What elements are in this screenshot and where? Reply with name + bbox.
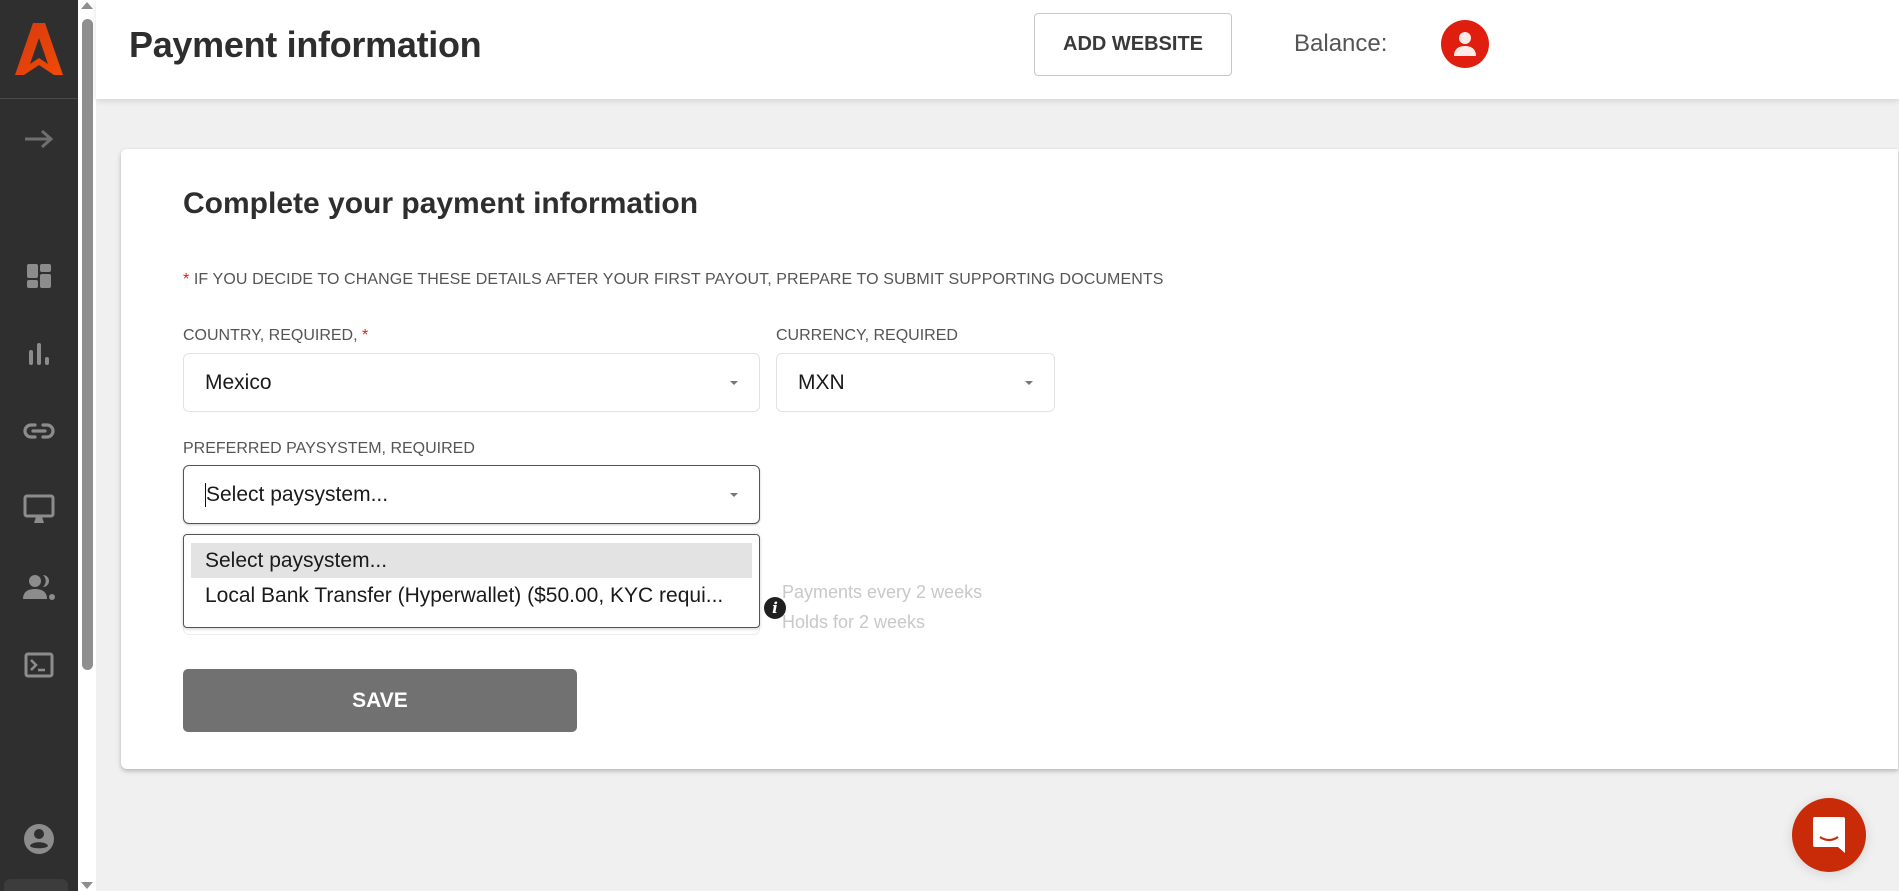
sidebar-item-expand[interactable] xyxy=(0,119,78,159)
paysystem-label: PREFERRED PAYSYSTEM, REQUIRED xyxy=(183,440,475,457)
payment-frequency: Payments every 2 weeks xyxy=(782,582,983,602)
country-value: Mexico xyxy=(205,370,272,394)
country-label-text: COUNTRY, REQUIRED, xyxy=(183,327,362,344)
paysystem-option[interactable]: Local Bank Transfer (Hyperwallet) ($50.0… xyxy=(191,578,752,613)
change-notice: * IF YOU DECIDE TO CHANGE THESE DETAILS … xyxy=(183,271,1164,289)
chat-launcher[interactable] xyxy=(1792,798,1866,872)
sidebar-item-links[interactable] xyxy=(0,411,78,451)
sidebar-item-api[interactable] xyxy=(0,645,78,685)
scroll-up-arrow-icon[interactable] xyxy=(81,2,93,9)
sidebar-item-profile[interactable] xyxy=(0,819,78,859)
chat-icon xyxy=(1813,817,1845,853)
sidebar xyxy=(0,0,78,891)
logo-icon xyxy=(15,23,63,75)
terminal-icon xyxy=(24,652,54,678)
monitor-icon xyxy=(23,494,55,523)
user-avatar[interactable] xyxy=(1441,20,1489,68)
payment-hold: Holds for 2 weeks xyxy=(782,612,926,632)
balance-label: Balance: xyxy=(1294,30,1388,57)
currency-label: CURRENCY, REQUIRED xyxy=(776,327,958,344)
chevron-down-icon xyxy=(1025,381,1033,385)
arrow-right-icon xyxy=(25,129,54,149)
required-star: * xyxy=(362,327,369,344)
chevron-down-icon xyxy=(730,493,738,497)
sidebar-item-dashboard[interactable] xyxy=(0,256,78,296)
paysystem-select[interactable]: Select paysystem... xyxy=(183,465,760,524)
info-icon[interactable]: i xyxy=(764,597,786,619)
link-icon xyxy=(23,423,55,439)
country-label: COUNTRY, REQUIRED, * xyxy=(183,327,368,345)
sidebar-bottom-tab[interactable] xyxy=(4,879,68,891)
page-title: Payment information xyxy=(129,24,482,65)
page-scrollbar[interactable] xyxy=(78,0,96,891)
paysystem-dropdown: Select paysystem... Local Bank Transfer … xyxy=(183,534,760,628)
payment-card: Complete your payment information * IF Y… xyxy=(121,149,1898,769)
scroll-thumb[interactable] xyxy=(82,19,93,670)
sidebar-item-statistics[interactable] xyxy=(0,334,78,374)
paysystem-value: Select paysystem... xyxy=(206,482,389,506)
currency-value: MXN xyxy=(798,370,845,394)
chevron-down-icon xyxy=(730,381,738,385)
notice-text: IF YOU DECIDE TO CHANGE THESE DETAILS AF… xyxy=(189,271,1164,288)
sidebar-divider xyxy=(0,98,78,99)
account-circle-icon xyxy=(24,824,54,854)
brand-logo[interactable] xyxy=(0,0,78,98)
people-icon xyxy=(23,575,55,600)
dashboard-icon xyxy=(27,264,51,288)
country-select[interactable]: Mexico xyxy=(183,353,760,412)
currency-select[interactable]: MXN xyxy=(776,353,1055,412)
top-header: Payment information ADD WEBSITE Balance: xyxy=(96,0,1899,99)
bar-chart-icon xyxy=(29,343,49,365)
save-button[interactable]: SAVE xyxy=(183,669,577,732)
sidebar-item-websites[interactable] xyxy=(0,489,78,529)
sidebar-item-referrals[interactable] xyxy=(0,567,78,607)
card-title: Complete your payment information xyxy=(183,187,699,220)
scroll-down-arrow-icon[interactable] xyxy=(81,882,93,889)
add-website-button[interactable]: ADD WEBSITE xyxy=(1034,13,1232,76)
user-icon xyxy=(1454,32,1476,56)
paysystem-option[interactable]: Select paysystem... xyxy=(191,543,752,578)
